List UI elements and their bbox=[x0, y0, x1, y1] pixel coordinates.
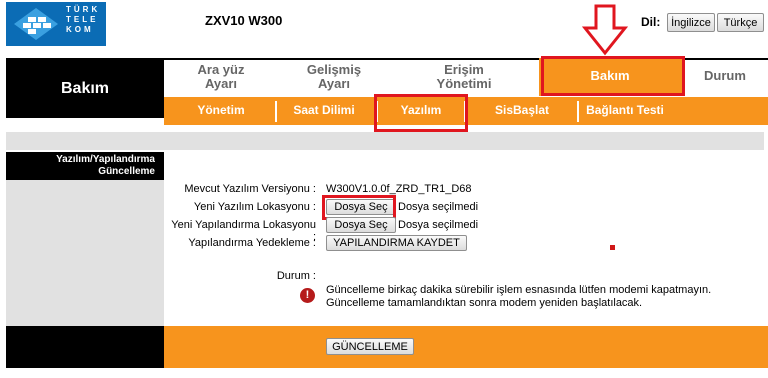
firmware-location-label: Yeni Yazılım Lokasyonu : bbox=[193, 201, 316, 213]
status-message: Güncelleme birkaç dakika sürebilir işlem… bbox=[326, 284, 712, 309]
subnav-separator bbox=[577, 101, 579, 122]
language-english-button[interactable]: İngilizce bbox=[667, 13, 715, 32]
nav-item-label: Erişim bbox=[444, 62, 484, 77]
nav-item-label: Ayarı bbox=[317, 76, 351, 91]
nav-item-label: Durum bbox=[704, 68, 746, 83]
subnav-item-system-restart[interactable]: SisBaşlat bbox=[478, 103, 566, 117]
model-name: ZXV10 W300 bbox=[205, 13, 283, 28]
nav-highlight-box bbox=[541, 56, 685, 96]
subnav-item-time-zone[interactable]: Saat Dilimi bbox=[281, 103, 367, 117]
config-backup-label: Yapılandırma Yedekleme : bbox=[188, 237, 316, 249]
logo-text: TÜRK TELE KOM bbox=[66, 5, 101, 34]
warning-icon: ! bbox=[300, 288, 315, 303]
red-marker bbox=[610, 245, 615, 250]
language-turkish-button[interactable]: Türkçe bbox=[717, 13, 764, 32]
down-arrow-annotation-icon bbox=[582, 4, 628, 56]
nav-item-label: Gelişmiş bbox=[306, 62, 362, 77]
choose-config-file-button[interactable]: Dosya Seç bbox=[326, 217, 396, 233]
firmware-version-value: W300V1.0.0f_ZRD_TR1_D68 bbox=[326, 183, 472, 195]
language-label: Dil: bbox=[641, 15, 661, 29]
section-title: Bakım bbox=[60, 80, 110, 97]
subnav-highlight-box bbox=[374, 94, 468, 132]
footer-bar bbox=[164, 326, 768, 368]
logo-mark-icon bbox=[14, 8, 58, 40]
subnav-item-connection-test[interactable]: Bağlantı Testi bbox=[582, 103, 668, 117]
nav-item-status[interactable]: Durum bbox=[690, 69, 760, 83]
nav-item-interface-settings[interactable]: Ara yüz Ayarı bbox=[176, 63, 266, 91]
footer-left-panel bbox=[6, 326, 164, 368]
nav-item-label: Yönetimi bbox=[436, 76, 492, 91]
side-title: Yazılım/Yapılandırma Güncelleme bbox=[56, 154, 155, 177]
nav-item-access-management[interactable]: Erişim Yönetimi bbox=[418, 63, 510, 91]
nav-item-label: Ayarı bbox=[204, 76, 238, 91]
firmware-version-label: Mevcut Yazılım Versiyonu : bbox=[184, 183, 316, 195]
update-button[interactable]: GÜNCELLEME bbox=[326, 338, 414, 355]
config-file-status: Dosya seçilmedi bbox=[398, 219, 479, 231]
content-top-band bbox=[6, 132, 764, 150]
status-label: Durum : bbox=[276, 270, 316, 282]
firmware-file-status: Dosya seçilmedi bbox=[398, 201, 479, 213]
subnav-separator bbox=[275, 101, 277, 122]
nav-item-advanced-settings[interactable]: Gelişmiş Ayarı bbox=[289, 63, 379, 91]
nav-item-label: Ara yüz bbox=[197, 62, 245, 77]
subnav-item-management[interactable]: Yönetim bbox=[180, 103, 262, 117]
save-config-button[interactable]: YAPILANDIRMA KAYDET bbox=[326, 235, 467, 251]
